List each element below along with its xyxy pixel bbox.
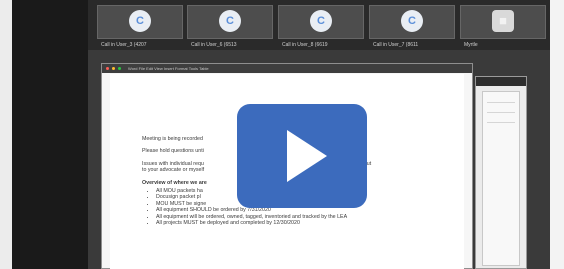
document-line: to your advocate or myself xyxy=(142,167,205,174)
play-button[interactable] xyxy=(237,104,367,208)
participant-name: Call in User_8 (6619 xyxy=(282,42,328,48)
participant-tile[interactable]: C xyxy=(278,5,364,39)
participant-tile[interactable]: C xyxy=(187,5,273,39)
left-margin xyxy=(0,0,12,269)
background-window xyxy=(475,76,527,269)
participant-tile[interactable]: C xyxy=(97,5,183,39)
play-icon xyxy=(287,130,327,182)
participant-avatar: C xyxy=(401,10,423,32)
meeting-background xyxy=(12,0,88,269)
participant-name: Call in User_6 (6513 xyxy=(191,42,237,48)
participant-avatar: C xyxy=(310,10,332,32)
close-window-icon[interactable] xyxy=(106,67,109,70)
list-item: All projects MUST be deployed and comple… xyxy=(156,220,412,226)
window-content xyxy=(482,91,520,266)
document-menu-bar[interactable]: Word File Edit View Insert Format Tools … xyxy=(128,65,209,72)
document-line: Issues with individual requ xyxy=(142,160,204,167)
video-thumbnail[interactable]: C Call in User_3 (4207 C Call in User_6 … xyxy=(0,0,564,269)
window-titlebar xyxy=(476,77,526,86)
minimize-window-icon[interactable] xyxy=(112,67,115,70)
document-toolbar: Word File Edit View Insert Format Tools … xyxy=(102,64,472,73)
participant-tile[interactable]: ■ xyxy=(460,5,546,39)
participant-avatar: C xyxy=(219,10,241,32)
participant-avatar: C xyxy=(129,10,151,32)
participant-name: Call in User_7 (8611 xyxy=(373,42,419,48)
participant-name: Call in User_3 (4207 xyxy=(101,42,147,48)
participant-tile[interactable]: C xyxy=(369,5,455,39)
participant-name: Myrtle xyxy=(464,42,478,48)
person-icon: ■ xyxy=(492,10,514,32)
right-margin xyxy=(550,0,564,269)
maximize-window-icon[interactable] xyxy=(118,67,121,70)
